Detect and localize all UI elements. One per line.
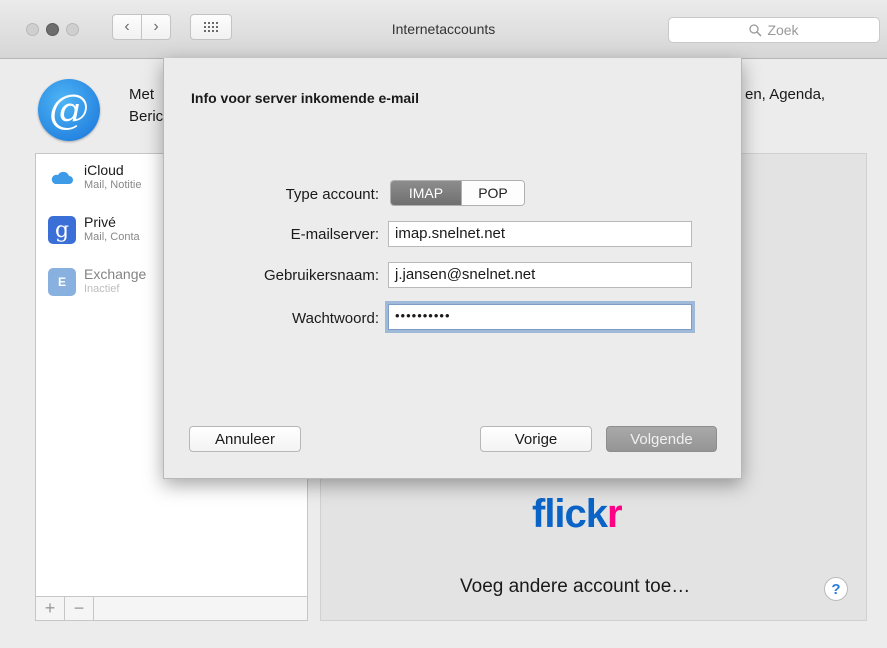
email-server-label: E-mailserver: (290, 226, 379, 243)
intro-text-right: en, Agenda, (745, 86, 826, 103)
username-field[interactable]: j.jansen@snelnet.net (388, 262, 692, 288)
minimize-window-button[interactable] (46, 23, 59, 36)
account-name: Privé (84, 214, 116, 230)
show-all-button[interactable] (190, 14, 232, 40)
password-field[interactable]: •••••••••• (388, 304, 692, 330)
back-button[interactable]: ‹ (112, 14, 142, 40)
cancel-button[interactable]: Annuleer (189, 426, 301, 452)
magnifier-icon (749, 23, 762, 37)
sheet-title: Info voor server inkomende e-mail (191, 90, 419, 106)
account-subtitle: Inactief (84, 283, 120, 295)
chevron-left-icon: ‹ (124, 18, 130, 35)
account-subtitle: Mail, Conta (84, 231, 140, 243)
search-field[interactable]: Zoek (668, 17, 880, 43)
email-server-field[interactable]: imap.snelnet.net (388, 221, 692, 247)
help-button[interactable]: ? (824, 577, 848, 601)
intro-text-line1: Met (129, 86, 155, 103)
pop-option[interactable]: POP (461, 181, 524, 205)
account-list-footer: + − (35, 597, 308, 621)
account-type-segmented-control[interactable]: IMAP POP (390, 180, 525, 206)
imap-option[interactable]: IMAP (391, 181, 461, 205)
title-bar: ‹ › Internetaccounts Zoek (0, 0, 887, 59)
at-sign-icon: @ (38, 79, 100, 141)
account-name: Exchange (84, 266, 147, 282)
type-account-label: Type account: (285, 186, 379, 203)
forward-button[interactable]: › (141, 14, 171, 40)
google-icon: g (48, 216, 76, 244)
exchange-icon: E (48, 268, 76, 296)
previous-button[interactable]: Vorige (480, 426, 592, 452)
search-placeholder: Zoek (767, 22, 799, 38)
incoming-mail-server-sheet: Info voor server inkomende e-mail Type a… (163, 58, 742, 479)
password-label: Wachtwoord: (292, 310, 379, 327)
remove-account-button[interactable]: − (65, 597, 94, 620)
next-button[interactable]: Volgende (606, 426, 717, 452)
flickr-logo-part2: r (607, 492, 623, 536)
account-subtitle: Mail, Notitie (84, 179, 142, 191)
add-account-button[interactable]: + (36, 597, 65, 620)
close-window-button[interactable] (26, 23, 39, 36)
account-name: iCloud (84, 162, 124, 178)
chevron-right-icon: › (153, 18, 159, 35)
zoom-window-button[interactable] (66, 23, 79, 36)
add-other-account-link[interactable]: Voeg andere account toe… (460, 576, 690, 598)
flickr-provider-logo[interactable]: flickr (532, 492, 623, 537)
icloud-icon (48, 164, 76, 192)
grid-icon (204, 22, 218, 32)
username-label: Gebruikersnaam: (263, 267, 379, 284)
flickr-logo-part1: flick (532, 492, 608, 536)
intro-text-line2: Beric (129, 108, 164, 125)
